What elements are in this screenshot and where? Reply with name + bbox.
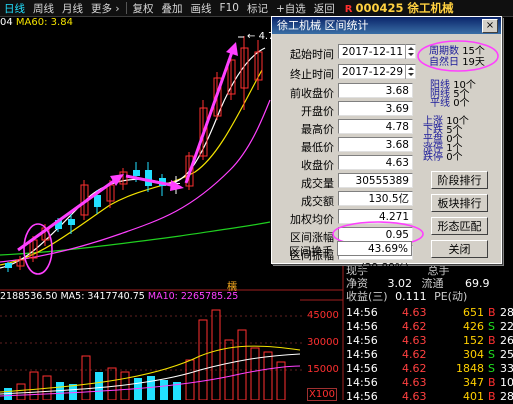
volume-legend: 2188536.50 MA5: 3417740.75 MA10: 2265785…	[0, 291, 238, 302]
ma-legend-prefix: 04	[0, 17, 13, 28]
end-time-label: 终止时间	[290, 68, 334, 81]
draw-line-button[interactable]: 画线	[187, 1, 216, 16]
volume-total-value: 30555389	[338, 173, 413, 188]
tick-row[interactable]: 14:56 4.63 347 B 10	[346, 376, 513, 390]
ma-legend: 04 MA60: 3.84	[0, 17, 73, 28]
turnover-rate-value: 43.69%	[337, 241, 412, 256]
tab-weekly[interactable]: 周线	[29, 1, 58, 16]
start-time-spinner-icon[interactable]	[405, 44, 415, 59]
turnover-rate-label: 区间换手	[289, 245, 333, 258]
interval-stats-dialog: 徐工机械 区间统计 × 起始时间 2017-12-11 终止时间 2017-12…	[271, 16, 502, 274]
toolbar-divider	[125, 2, 127, 14]
tick-row[interactable]: 14:56 4.63 401 B 28	[346, 390, 513, 404]
stock-title: R 000425 徐工机械	[345, 0, 454, 16]
low-value: 3.68	[338, 137, 413, 152]
close-price-label: 收盘价	[301, 159, 334, 172]
volume-value: 2188536.50	[0, 291, 58, 302]
high-value: 4.78	[338, 119, 413, 134]
turnover-amount-label: 成交额	[301, 195, 334, 208]
dialog-title: 徐工机械 区间统计	[277, 19, 369, 32]
pattern-match-button[interactable]: 形态匹配	[431, 217, 488, 235]
close-button[interactable]: 关闭	[431, 240, 488, 258]
period-highlight	[417, 40, 499, 72]
stage-ranking-button[interactable]: 阶段排行	[431, 171, 488, 189]
dialog-title-bar[interactable]: 徐工机械 区间统计	[272, 17, 501, 34]
prev-close-value: 3.68	[338, 83, 413, 98]
sector-ranking-button[interactable]: 板块排行	[431, 194, 488, 212]
volume-axis-30000: 30000	[307, 337, 339, 348]
tab-daily[interactable]: 日线	[0, 1, 29, 16]
mark-button[interactable]: 标记	[243, 1, 272, 16]
tick-row[interactable]: 14:56 4.63 152 B 26	[346, 334, 513, 348]
open-label: 开盘价	[301, 105, 334, 118]
volume-ma10: MA10: 2265785.25	[147, 291, 239, 302]
ma20-line	[0, 99, 271, 263]
tick-row[interactable]: 14:56 4.62 304 S 25	[346, 348, 513, 362]
tick-row[interactable]: 14:56 4.62 1848 S 33	[346, 362, 513, 376]
financing-mark-icon: R	[344, 4, 353, 15]
low-label: 最低价	[301, 141, 334, 154]
f10-button[interactable]: F10	[216, 2, 243, 14]
trend-arrows	[17, 42, 238, 252]
tick-row[interactable]: 14:56 4.62 426 S 22	[346, 320, 513, 334]
quote-value: 69.9	[465, 277, 490, 290]
quote-label: 收益(三)	[346, 290, 388, 303]
ma60-legend: MA60: 3.84	[15, 17, 73, 28]
stock-name: 徐工机械	[407, 1, 454, 15]
volume-label: 成交量	[301, 177, 334, 190]
quote-value: 0.111	[395, 290, 427, 303]
prev-close-label: 前收盘价	[290, 87, 334, 100]
volume-bars	[4, 309, 286, 400]
overlay-button[interactable]: 叠加	[158, 1, 187, 16]
turnover-amount-value: 130.5亿	[338, 191, 413, 206]
end-time-spinner-icon[interactable]	[405, 64, 415, 79]
stock-code: 000425	[355, 1, 404, 15]
close-icon[interactable]: ×	[482, 19, 498, 33]
add-watchlist-button[interactable]: +自选	[272, 1, 310, 16]
breakout-circle	[23, 223, 53, 275]
candles	[5, 36, 263, 272]
volume-ma5: MA5: 3417740.75	[60, 291, 145, 302]
close-price-value: 4.63	[338, 155, 413, 170]
back-button[interactable]: 返回	[310, 1, 339, 16]
tick-row[interactable]: 14:56 4.63 651 B 28	[346, 306, 513, 320]
tab-more[interactable]: 更多 ›	[87, 1, 124, 16]
start-time-label: 起始时间	[290, 48, 334, 61]
volume-unit-badge: X100	[307, 388, 337, 401]
flat-count: 平线 0个	[430, 98, 470, 109]
quote-label: PE(动)	[434, 290, 468, 303]
adjust-button[interactable]: 复权	[129, 1, 158, 16]
ma60-line	[0, 221, 271, 256]
high-label: 最高价	[301, 123, 334, 136]
volume-axis-45000: 45000	[307, 310, 339, 321]
limit-down-count: 跌停 0个	[423, 152, 463, 163]
volume-axis-15000: 15000	[307, 364, 339, 375]
tab-monthly[interactable]: 月线	[58, 1, 87, 16]
quote-row-2: 收益(三) 0.111 PE(动)	[346, 288, 467, 304]
weighted-avg-label: 加权均价	[290, 213, 334, 226]
open-value: 3.69	[338, 101, 413, 116]
top-toolbar: 日线 周线 月线 更多 › 复权 叠加 画线 F10 标记 +自选 返回 R 00…	[0, 0, 513, 17]
